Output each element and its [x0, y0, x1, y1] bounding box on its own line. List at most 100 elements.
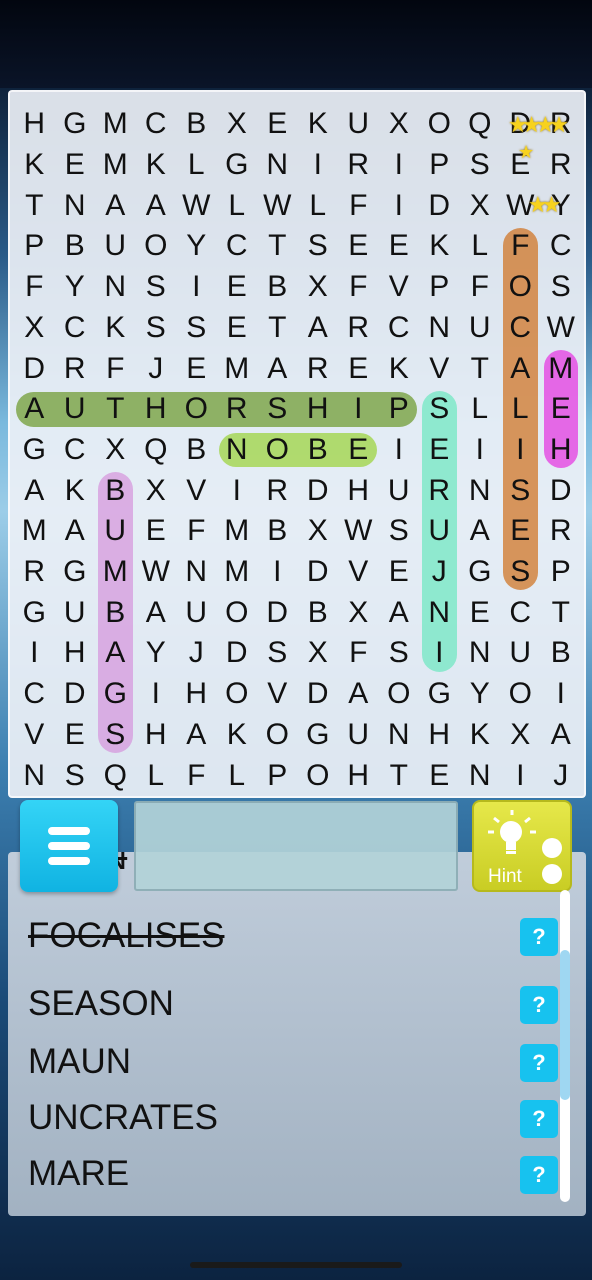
grid-letter[interactable]: J: [541, 755, 582, 796]
grid-letter[interactable]: H: [541, 430, 582, 471]
grid-letter[interactable]: P: [419, 267, 460, 308]
word-list-panel[interactable]: EBON?FOCALISES?SEASON?MAUN?UNCRATES?MARE…: [8, 852, 586, 1216]
grid-letter[interactable]: U: [379, 470, 420, 511]
grid-letter[interactable]: G: [460, 552, 501, 593]
grid-letter[interactable]: L: [176, 145, 217, 186]
grid-letter[interactable]: L: [136, 755, 177, 796]
grid-letter[interactable]: U: [95, 511, 136, 552]
grid-letter[interactable]: K: [14, 145, 55, 186]
grid-letter[interactable]: S: [136, 308, 177, 349]
grid-letter[interactable]: B: [298, 430, 339, 471]
grid-letter[interactable]: P: [14, 226, 55, 267]
grid-letter[interactable]: N: [460, 470, 501, 511]
grid-letter[interactable]: L: [500, 389, 541, 430]
grid-letter[interactable]: R: [55, 348, 96, 389]
grid-letter[interactable]: S: [379, 633, 420, 674]
grid-letter[interactable]: I: [460, 430, 501, 471]
grid-letter[interactable]: N: [257, 145, 298, 186]
grid-letter[interactable]: L: [217, 755, 258, 796]
grid-letter[interactable]: E: [55, 715, 96, 756]
grid-letter[interactable]: V: [176, 470, 217, 511]
grid-letter[interactable]: R: [338, 308, 379, 349]
grid-letter[interactable]: B: [257, 267, 298, 308]
grid-letter[interactable]: N: [460, 755, 501, 796]
grid-letter[interactable]: K: [460, 715, 501, 756]
grid-letter[interactable]: K: [55, 470, 96, 511]
grid-letter[interactable]: P: [541, 552, 582, 593]
grid-letter[interactable]: U: [338, 715, 379, 756]
grid-letter[interactable]: S: [257, 633, 298, 674]
word-hint-button[interactable]: ?: [520, 918, 558, 956]
grid-letter[interactable]: K: [95, 308, 136, 349]
grid-letter[interactable]: I: [541, 674, 582, 715]
grid-letter[interactable]: I: [217, 470, 258, 511]
grid-letter[interactable]: I: [500, 430, 541, 471]
grid-letter[interactable]: X: [136, 470, 177, 511]
grid-letter[interactable]: W: [136, 552, 177, 593]
grid-letter[interactable]: B: [541, 633, 582, 674]
grid-letter[interactable]: A: [298, 308, 339, 349]
grid-letter[interactable]: S: [176, 308, 217, 349]
grid-letter[interactable]: F: [95, 348, 136, 389]
grid-letter[interactable]: F: [338, 267, 379, 308]
grid-letter[interactable]: G: [298, 715, 339, 756]
word-list-scrollbar[interactable]: [560, 890, 570, 1202]
grid-letter[interactable]: A: [55, 511, 96, 552]
grid-letter[interactable]: J: [176, 633, 217, 674]
grid-letter[interactable]: T: [14, 185, 55, 226]
grid-letter[interactable]: Y: [136, 633, 177, 674]
grid-letter[interactable]: Y: [460, 674, 501, 715]
grid-letter[interactable]: N: [419, 592, 460, 633]
grid-letter[interactable]: A: [136, 592, 177, 633]
grid-letter[interactable]: E: [338, 430, 379, 471]
grid-letter[interactable]: R: [419, 470, 460, 511]
grid-letter[interactable]: K: [136, 145, 177, 186]
grid-letter[interactable]: F: [176, 511, 217, 552]
grid-letter[interactable]: X: [500, 715, 541, 756]
grid-letter[interactable]: X: [217, 104, 258, 145]
grid-letter[interactable]: C: [500, 592, 541, 633]
grid-letter[interactable]: R: [217, 389, 258, 430]
grid-letter[interactable]: H: [176, 674, 217, 715]
grid-letter[interactable]: I: [379, 185, 420, 226]
grid-letter[interactable]: P: [257, 755, 298, 796]
grid-letter[interactable]: M: [217, 348, 258, 389]
grid-letter[interactable]: I: [136, 674, 177, 715]
letter-grid[interactable]: HGMCBXEKUXOQDRKEMKLGNIRIPSERTNAAWLWLFIDX…: [10, 92, 584, 796]
grid-letter[interactable]: V: [14, 715, 55, 756]
grid-letter[interactable]: F: [338, 633, 379, 674]
grid-letter[interactable]: R: [298, 348, 339, 389]
grid-letter[interactable]: S: [541, 267, 582, 308]
grid-letter[interactable]: X: [95, 430, 136, 471]
grid-letter[interactable]: J: [419, 552, 460, 593]
grid-letter[interactable]: A: [541, 715, 582, 756]
grid-letter[interactable]: F: [338, 185, 379, 226]
grid-letter[interactable]: C: [55, 430, 96, 471]
grid-letter[interactable]: L: [298, 185, 339, 226]
grid-letter[interactable]: C: [14, 674, 55, 715]
grid-letter[interactable]: I: [257, 552, 298, 593]
grid-letter[interactable]: X: [298, 511, 339, 552]
grid-letter[interactable]: U: [55, 592, 96, 633]
grid-letter[interactable]: D: [257, 592, 298, 633]
grid-letter[interactable]: T: [379, 755, 420, 796]
grid-letter[interactable]: O: [217, 592, 258, 633]
grid-letter[interactable]: B: [95, 470, 136, 511]
grid-letter[interactable]: T: [257, 308, 298, 349]
grid-letter[interactable]: S: [136, 267, 177, 308]
grid-letter[interactable]: Q: [136, 430, 177, 471]
grid-letter[interactable]: M: [14, 511, 55, 552]
grid-letter[interactable]: E: [500, 511, 541, 552]
grid-letter[interactable]: I: [500, 755, 541, 796]
grid-letter[interactable]: E: [460, 592, 501, 633]
grid-letter[interactable]: V: [257, 674, 298, 715]
grid-letter[interactable]: O: [217, 674, 258, 715]
grid-letter[interactable]: T: [95, 389, 136, 430]
grid-letter[interactable]: F: [500, 226, 541, 267]
grid-letter[interactable]: T: [541, 592, 582, 633]
grid-letter[interactable]: O: [298, 755, 339, 796]
grid-letter[interactable]: A: [14, 389, 55, 430]
grid-letter[interactable]: E: [55, 145, 96, 186]
grid-letter[interactable]: D: [217, 633, 258, 674]
grid-letter[interactable]: E: [136, 511, 177, 552]
